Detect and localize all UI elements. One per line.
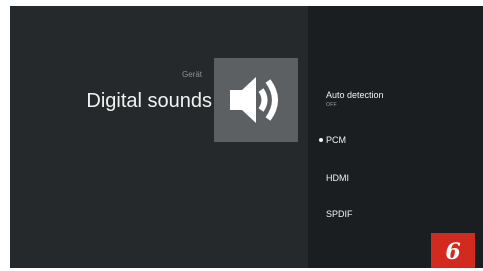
option-auto-detection-value: OFF bbox=[326, 102, 337, 108]
selected-indicator-icon bbox=[319, 138, 323, 142]
option-auto-detection-label: Auto detection bbox=[326, 90, 384, 100]
page-title: Digital sounds bbox=[86, 90, 212, 112]
tv-screen: Gerät Digital sounds Auto detection OFF … bbox=[10, 6, 483, 268]
option-pcm-label: PCM bbox=[326, 135, 346, 145]
option-spdif-label: SPDIF bbox=[326, 209, 353, 219]
category-label: Gerät bbox=[181, 70, 202, 79]
option-spdif[interactable]: SPDIF bbox=[326, 209, 353, 219]
option-hdmi[interactable]: HDMI bbox=[326, 173, 349, 183]
speaker-volume-icon bbox=[230, 77, 278, 123]
option-hdmi-label: HDMI bbox=[326, 173, 349, 183]
option-auto-detection[interactable]: Auto detection OFF bbox=[326, 90, 384, 108]
speaker-tile bbox=[214, 58, 298, 142]
option-pcm[interactable]: PCM bbox=[326, 135, 346, 145]
step-number-badge: 6 bbox=[431, 233, 475, 268]
